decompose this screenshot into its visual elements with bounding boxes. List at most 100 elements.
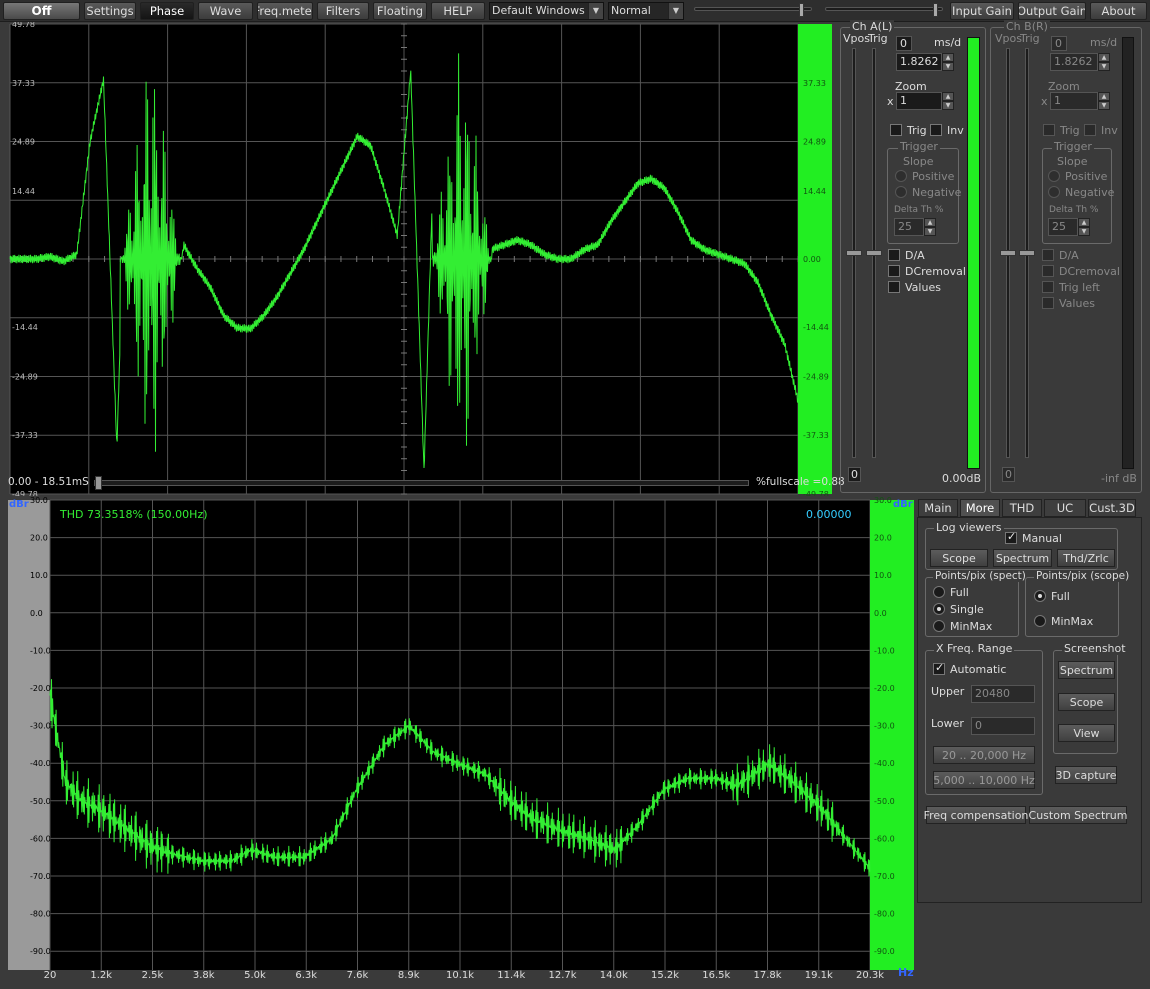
input-gain-slider[interactable] xyxy=(694,7,812,11)
custom-spectrum-button[interactable]: Custom Spectrum xyxy=(1029,806,1127,824)
channel-a-zoom-spinner[interactable]: ▲ ▼ xyxy=(942,92,954,110)
app-window: Off Settings Phase Wave Freq.meter Filte… xyxy=(0,0,1150,989)
spectrum-x-tick: 6.3k xyxy=(295,970,317,981)
channel-a-vpos-thumb[interactable] xyxy=(846,250,862,256)
channel-b-trig-checkbox[interactable] xyxy=(1043,124,1055,136)
freq-meter-button[interactable]: Freq.meter xyxy=(257,2,313,20)
spectrum-x-tick: 2.5k xyxy=(142,970,164,981)
range-5000-10000-button[interactable]: 5,000 .. 10,000 Hz xyxy=(933,771,1035,789)
channel-a-dcremoval-checkbox[interactable] xyxy=(888,265,900,277)
channel-b-vpos-thumb[interactable] xyxy=(1000,250,1016,256)
channel-a-level-fill xyxy=(968,38,979,468)
channel-a-inv-checkbox[interactable] xyxy=(930,124,942,136)
log-spectrum-button[interactable]: Spectrum xyxy=(993,549,1052,567)
range-20-20000-button[interactable]: 20 .. 20,000 Hz xyxy=(933,746,1035,764)
channel-b-spin-field[interactable]: 0 xyxy=(1051,36,1067,51)
channel-a-ms-input[interactable]: 1.8262 xyxy=(896,53,942,71)
channel-a-zoom-input[interactable]: 1 xyxy=(896,92,942,110)
automatic-checkbox[interactable] xyxy=(933,661,945,675)
channel-b-values-checkbox[interactable] xyxy=(1042,297,1054,309)
channel-a-delta-input[interactable]: 25 xyxy=(894,218,924,236)
channel-b-dcremoval-checkbox[interactable] xyxy=(1042,265,1054,277)
scope-full-label: Full xyxy=(1051,590,1070,603)
channel-b-negative-radio[interactable] xyxy=(1048,186,1060,198)
screenshot-view-button[interactable]: View xyxy=(1058,724,1115,742)
channel-a-da-checkbox[interactable] xyxy=(888,249,900,261)
output-gain-slider-thumb[interactable] xyxy=(933,3,938,17)
lower-freq-input[interactable]: 0 xyxy=(971,717,1035,735)
channel-a-bottom-spin[interactable]: 0 xyxy=(848,467,861,482)
spect-minmax-radio[interactable] xyxy=(933,620,945,632)
channel-a-values-checkbox[interactable] xyxy=(888,281,900,293)
spectrum-x-tick: 20 xyxy=(44,970,57,981)
channel-a-ms-spinner[interactable]: ▲ ▼ xyxy=(942,53,954,71)
output-gain-slider[interactable] xyxy=(825,7,943,11)
channel-b-bottom-spin[interactable]: 0 xyxy=(1002,467,1015,482)
screenshot-spectrum-button[interactable]: Spectrum xyxy=(1058,661,1115,679)
spectrum-y-tick-right: 20.0 xyxy=(874,534,892,543)
channel-b-trig-thumb[interactable] xyxy=(1019,250,1035,256)
spect-full-radio[interactable] xyxy=(933,586,945,598)
tab-more[interactable]: More xyxy=(960,499,1000,517)
channel-b-trig-left-label: Trig left xyxy=(1059,281,1100,294)
input-device-select[interactable]: Default Windows inp ▼ xyxy=(489,2,604,20)
filters-button[interactable]: Filters xyxy=(317,2,369,20)
log-thd-zrlc-button[interactable]: Thd/Zrlc xyxy=(1057,549,1115,567)
channel-b-da-checkbox[interactable] xyxy=(1042,249,1054,261)
spectrum-y-tick-left: 0.0 xyxy=(30,609,43,618)
wave-button[interactable]: Wave xyxy=(198,2,253,20)
tab-cust3d[interactable]: Cust.3D xyxy=(1088,499,1136,517)
input-gain-slider-thumb[interactable] xyxy=(799,3,804,17)
channel-a-trig-thumb[interactable] xyxy=(866,250,882,256)
channel-b-ms-input[interactable]: 1.8262 xyxy=(1050,53,1098,71)
channel-a-inv-label: Inv xyxy=(947,124,964,137)
scope-y-tick-right: -49.78 xyxy=(803,490,829,496)
channel-b-inv-checkbox[interactable] xyxy=(1084,124,1096,136)
freq-compensation-button[interactable]: Freq compensation xyxy=(924,806,1028,824)
channel-b-zoom-spinner[interactable]: ▲ ▼ xyxy=(1098,92,1110,110)
output-gain-button[interactable]: Output Gain xyxy=(1018,2,1086,20)
channel-a-delta-spinner[interactable]: ▲ ▼ xyxy=(924,218,936,236)
spectrum-x-tick: 11.4k xyxy=(497,970,525,981)
scope-minmax-radio[interactable] xyxy=(1034,615,1046,627)
channel-b-delta-input[interactable]: 25 xyxy=(1048,218,1078,236)
phase-button[interactable]: Phase xyxy=(140,2,194,20)
manual-checkbox[interactable] xyxy=(1005,530,1017,544)
tab-main[interactable]: Main xyxy=(918,499,958,517)
scope-y-tick-left: -14.44 xyxy=(12,323,38,332)
channel-a-negative-radio[interactable] xyxy=(895,186,907,198)
input-gain-button[interactable]: Input Gain xyxy=(950,2,1014,20)
channel-b-trig-left-checkbox[interactable] xyxy=(1042,281,1054,293)
channel-a-spin-field[interactable]: 0 xyxy=(896,36,912,51)
channel-a-trig-checkbox[interactable] xyxy=(890,124,902,136)
scope-y-tick-right: -14.44 xyxy=(803,323,829,332)
channel-b-zoom-input[interactable]: 1 xyxy=(1050,92,1098,110)
scope-y-tick-left: 14.44 xyxy=(12,187,35,196)
settings-button[interactable]: Settings xyxy=(84,2,136,20)
time-scrollbar[interactable] xyxy=(94,480,749,486)
channel-b-positive-radio[interactable] xyxy=(1048,170,1060,182)
channel-b-ms-unit: ms/d xyxy=(1090,36,1118,49)
channel-b-ms-spinner[interactable]: ▲ ▼ xyxy=(1098,53,1110,71)
upper-freq-input[interactable]: 20480 xyxy=(971,685,1035,703)
log-scope-button[interactable]: Scope xyxy=(930,549,988,567)
spect-single-radio[interactable] xyxy=(933,603,945,615)
channel-b-trigger-title: Trigger xyxy=(1052,140,1094,153)
floating-button[interactable]: Floating xyxy=(373,2,427,20)
channel-b-delta-spinner[interactable]: ▲ ▼ xyxy=(1078,218,1090,236)
scope-y-tick-right: 24.89 xyxy=(803,138,826,147)
log-viewers-title: Log viewers xyxy=(934,521,1004,534)
spectrum-x-tick: 10.1k xyxy=(446,970,474,981)
spectrum-x-tick: 15.2k xyxy=(651,970,679,981)
time-scrollbar-thumb[interactable] xyxy=(95,476,102,490)
mode-select[interactable]: Normal ▼ xyxy=(608,2,684,20)
about-button[interactable]: About xyxy=(1090,2,1147,20)
power-off-button[interactable]: Off xyxy=(3,2,80,20)
help-button[interactable]: HELP xyxy=(431,2,485,20)
tab-thd[interactable]: THD xyxy=(1002,499,1042,517)
channel-a-positive-radio[interactable] xyxy=(895,170,907,182)
tab-uc[interactable]: UC xyxy=(1044,499,1086,517)
screenshot-scope-button[interactable]: Scope xyxy=(1058,693,1115,711)
scope-full-radio[interactable] xyxy=(1034,590,1046,602)
3d-capture-button[interactable]: 3D capture xyxy=(1055,766,1117,784)
